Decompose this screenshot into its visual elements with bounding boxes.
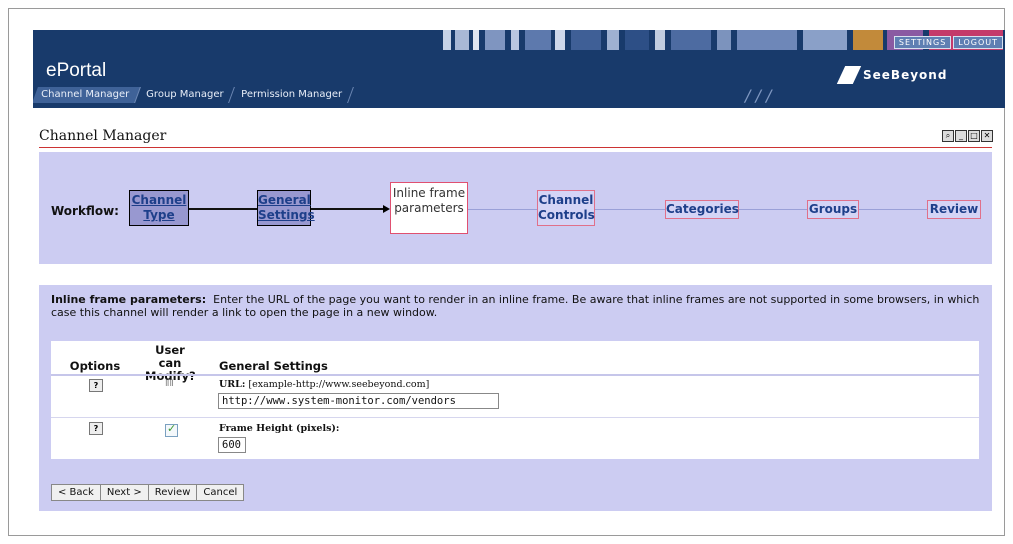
close-icon[interactable]: ✕ xyxy=(981,130,993,142)
tab-permission-manager[interactable]: Permission Manager xyxy=(231,87,354,103)
workflow-connector xyxy=(189,208,259,210)
workflow-step-review[interactable]: Review xyxy=(927,200,981,219)
nav-tabs: Channel Manager Group Manager Permission… xyxy=(33,87,354,103)
workflow-step-channel-controls[interactable]: Channel Controls xyxy=(537,190,595,226)
workflow-step-channel-type[interactable]: Channel Type xyxy=(129,190,189,226)
user-can-modify-checkbox[interactable] xyxy=(165,422,178,437)
brand-name: SeeBeyond xyxy=(863,68,948,82)
workflow-panel: Workflow: Channel Type General Settings … xyxy=(39,152,992,264)
table-row-divider xyxy=(51,417,979,418)
settings-button[interactable]: SETTINGS xyxy=(893,36,952,49)
seebeyond-logo-icon xyxy=(836,66,862,84)
maximize-icon[interactable]: □ xyxy=(968,130,980,142)
search-icon[interactable]: ⌕ xyxy=(942,130,954,142)
frame-height-input[interactable]: 600 xyxy=(218,437,246,453)
workflow-step-categories[interactable]: Categories xyxy=(665,200,739,219)
title-divider xyxy=(39,147,992,148)
params-heading: Inline frame parameters: xyxy=(51,293,207,306)
top-buttons: SETTINGS LOGOUT xyxy=(893,36,1003,49)
help-icon[interactable]: ? xyxy=(89,422,103,435)
workflow-connector xyxy=(595,209,665,210)
lock-icon: ⅡⅡ xyxy=(165,379,174,389)
back-button[interactable]: < Back xyxy=(52,485,101,500)
header-bar: ePortal Channel Manager Group Manager Pe… xyxy=(33,30,1005,108)
frame-height-label: Frame Height (pixels): xyxy=(219,423,340,434)
minimize-icon[interactable]: _ xyxy=(955,130,967,142)
url-label: URL: [example-http://www.seebeyond.com] xyxy=(219,379,430,390)
params-description: Inline frame parameters: Enter the URL o… xyxy=(51,293,981,319)
review-button[interactable]: Review xyxy=(148,485,198,500)
workflow-step-groups[interactable]: Groups xyxy=(807,200,859,219)
brand-logo: SeeBeyond xyxy=(836,66,948,84)
workflow-connector xyxy=(859,209,927,210)
column-general-settings: General Settings xyxy=(219,359,328,373)
workflow-connector xyxy=(309,208,384,210)
workflow-step-general-settings[interactable]: General Settings xyxy=(257,190,315,226)
logout-button[interactable]: LOGOUT xyxy=(953,36,1003,49)
cancel-button[interactable]: Cancel xyxy=(197,485,244,500)
tab-channel-manager[interactable]: Channel Manager xyxy=(33,87,141,103)
column-user-can-modify: User can Modify? xyxy=(145,343,196,383)
url-input[interactable]: http://www.system-monitor.com/vendors xyxy=(218,393,499,409)
app-title: ePortal xyxy=(46,60,107,81)
nav-decoration: / / / xyxy=(745,86,772,105)
next-button[interactable]: Next > xyxy=(100,485,149,500)
column-options: Options xyxy=(69,359,121,373)
tab-group-manager[interactable]: Group Manager xyxy=(137,87,236,103)
wizard-buttons: < Back Next > Review Cancel xyxy=(51,484,245,501)
arrow-icon xyxy=(383,205,390,213)
workflow-connector xyxy=(468,209,537,210)
settings-table: Options User can Modify? General Setting… xyxy=(51,341,979,459)
window-icons: ⌕ _ □ ✕ xyxy=(942,130,993,142)
workflow-step-inline-frame-parameters: Inline frame parameters xyxy=(390,182,468,234)
page-title: Channel Manager xyxy=(39,128,167,144)
table-header-divider xyxy=(51,374,979,376)
params-panel: Inline frame parameters: Enter the URL o… xyxy=(39,285,992,511)
help-icon[interactable]: ? xyxy=(89,379,103,392)
workflow-label: Workflow: xyxy=(51,204,119,218)
workflow-connector xyxy=(739,209,807,210)
